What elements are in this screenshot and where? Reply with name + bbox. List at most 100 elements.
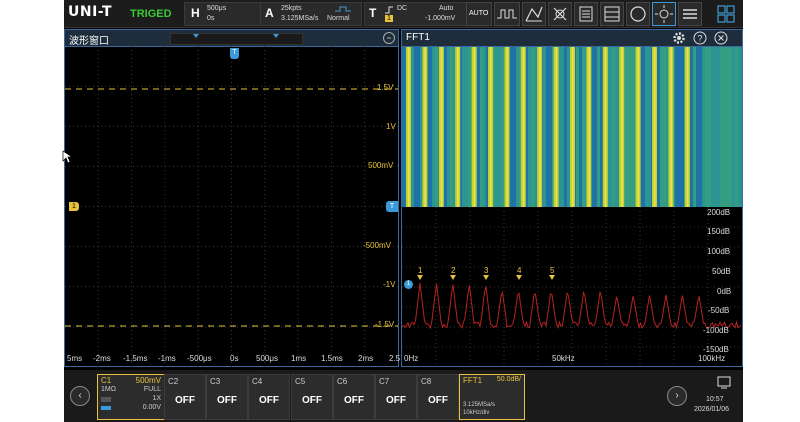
spectrogram-noise-band <box>414 47 417 207</box>
fft-peak-label: 3 <box>484 266 489 275</box>
run-waveform-icon[interactable] <box>494 2 520 26</box>
spectrogram-noise-band <box>633 47 636 207</box>
channel-1-marker[interactable]: 1 <box>69 202 79 211</box>
fft-chip[interactable]: FFT1 50.0dB/ 3.125MSa/s 10kHz/div <box>459 374 525 420</box>
help-icon[interactable]: ? <box>693 31 707 45</box>
spectrogram-noise-band <box>657 47 660 207</box>
spectrogram-harmonic-core <box>457 47 459 207</box>
screen-icon[interactable] <box>717 376 733 390</box>
spectrogram-noise-band <box>528 47 531 207</box>
spectrogram-harmonic-core <box>621 47 623 207</box>
spectrogram-noise-band <box>543 47 546 207</box>
x-label: 2.5 <box>389 354 401 363</box>
table-icon[interactable] <box>600 2 624 26</box>
spectrogram-noise-band <box>708 47 711 207</box>
spectrogram-noise-band <box>597 47 600 207</box>
spectrogram-harmonic-core <box>473 47 476 207</box>
spectrogram-noise-band <box>696 47 699 207</box>
spectrogram-harmonic-core <box>686 47 689 207</box>
spectrogram-noise-band <box>723 47 726 207</box>
measure-icon[interactable] <box>522 2 546 26</box>
trigger-mode: Auto <box>439 5 454 12</box>
gear-icon[interactable] <box>672 31 686 45</box>
time-offset: 0s <box>207 15 215 22</box>
math-icon[interactable] <box>574 2 598 26</box>
memory-overview[interactable] <box>170 33 303 45</box>
search-icon[interactable] <box>382 31 396 45</box>
trigger-level-marker[interactable]: T <box>386 201 398 212</box>
db-label: -50dB <box>708 306 730 315</box>
time-base: 500μs <box>207 5 227 12</box>
spectrogram-harmonic-core <box>670 47 672 207</box>
db-label: -100dB <box>703 326 729 335</box>
spectrogram-noise-band <box>627 47 630 207</box>
fft-peak-marker <box>516 275 522 280</box>
x-label: 500μs <box>256 354 278 363</box>
waveform-plot[interactable] <box>65 46 398 367</box>
grid-icon[interactable] <box>714 2 738 26</box>
spectrogram-noise-band <box>648 47 651 207</box>
channel-c6[interactable]: C6 OFF <box>333 374 375 420</box>
auto-button[interactable]: AUTO <box>466 2 492 26</box>
x-label: 5ms <box>67 354 83 363</box>
coupling-icon <box>101 397 111 402</box>
brightness-icon[interactable] <box>652 2 676 26</box>
spectrogram-noise-band <box>564 47 567 207</box>
spectrogram-noise-band <box>675 47 678 207</box>
spectrogram-noise-band <box>402 47 405 207</box>
x-label: -1.5ms <box>123 354 148 363</box>
spectrogram-harmonic-core <box>654 47 656 207</box>
x-label: -1ms <box>158 354 176 363</box>
channel-c8[interactable]: C8 OFF <box>417 374 459 420</box>
spectrogram-noise-band <box>690 47 693 207</box>
trigger-panel[interactable]: T DC 1 Auto -1.000mV <box>364 2 470 26</box>
svg-text:?: ? <box>697 34 702 44</box>
spectrogram-noise-band <box>468 47 471 207</box>
channel-c7[interactable]: C7 OFF <box>375 374 417 420</box>
spectrogram-noise-band <box>663 47 666 207</box>
trigger-position-marker[interactable]: T <box>230 48 239 59</box>
channel-c2[interactable]: C2 OFF <box>164 374 206 420</box>
close-icon[interactable] <box>714 31 728 45</box>
acquire-mode-icon <box>335 6 351 12</box>
spectrogram-noise-band <box>693 47 696 207</box>
spectrogram-noise-band <box>615 47 618 207</box>
channel-c5[interactable]: C5 OFF <box>291 374 333 420</box>
spectrogram-harmonic-core <box>522 47 525 207</box>
fft-peak-marker <box>417 275 423 280</box>
spectrogram-noise-band <box>720 47 723 207</box>
spectrogram-noise-band <box>594 47 597 207</box>
spectrogram-harmonic-core <box>604 47 607 207</box>
mouse-pointer-icon <box>62 150 72 164</box>
spectrogram-noise-band <box>462 47 465 207</box>
acquire-panel[interactable]: A 25kpts 3.125MSa/s Normal <box>260 2 362 26</box>
clock-time: 10:57 <box>706 396 724 403</box>
channel-c4[interactable]: C4 OFF <box>248 374 290 420</box>
scroll-right-button[interactable]: › <box>667 386 687 406</box>
spectrogram-noise-band <box>417 47 420 207</box>
spectrogram-noise-band <box>447 47 450 207</box>
trigger-level: -1.000mV <box>425 15 456 22</box>
fft-window: FFT1 ? 200dB 150dB 100dB 50dB 0dB -50dB … <box>401 29 743 367</box>
y-label: 1V <box>386 122 396 131</box>
db-label: -150dB <box>703 345 729 354</box>
spectrogram-noise-band <box>735 47 738 207</box>
spectrogram-noise-band <box>450 47 453 207</box>
brand-logo: UNI-T <box>68 4 113 20</box>
db-label: 200dB <box>707 208 731 217</box>
circle-icon[interactable] <box>626 2 650 26</box>
fft-plot[interactable] <box>402 207 742 367</box>
spectrogram-noise-band <box>630 47 633 207</box>
channel-c3[interactable]: C3 OFF <box>206 374 248 420</box>
sample-rate: 3.125MSa/s <box>281 15 319 22</box>
spectrogram-noise-band <box>681 47 684 207</box>
scroll-left-button[interactable]: ‹ <box>70 386 90 406</box>
spectrogram-noise-band <box>549 47 552 207</box>
spectrogram-noise-band <box>546 47 549 207</box>
channel-c1[interactable]: C1 500mV 1MΩ FULL 1X 0.00V <box>97 374 165 420</box>
fft-channel-marker[interactable]: 1 <box>404 280 413 289</box>
settings-icon[interactable] <box>678 2 702 26</box>
spectrogram-harmonic-core <box>572 47 574 207</box>
cursor-icon[interactable] <box>548 2 572 26</box>
y-label: 1.5V <box>377 83 394 92</box>
